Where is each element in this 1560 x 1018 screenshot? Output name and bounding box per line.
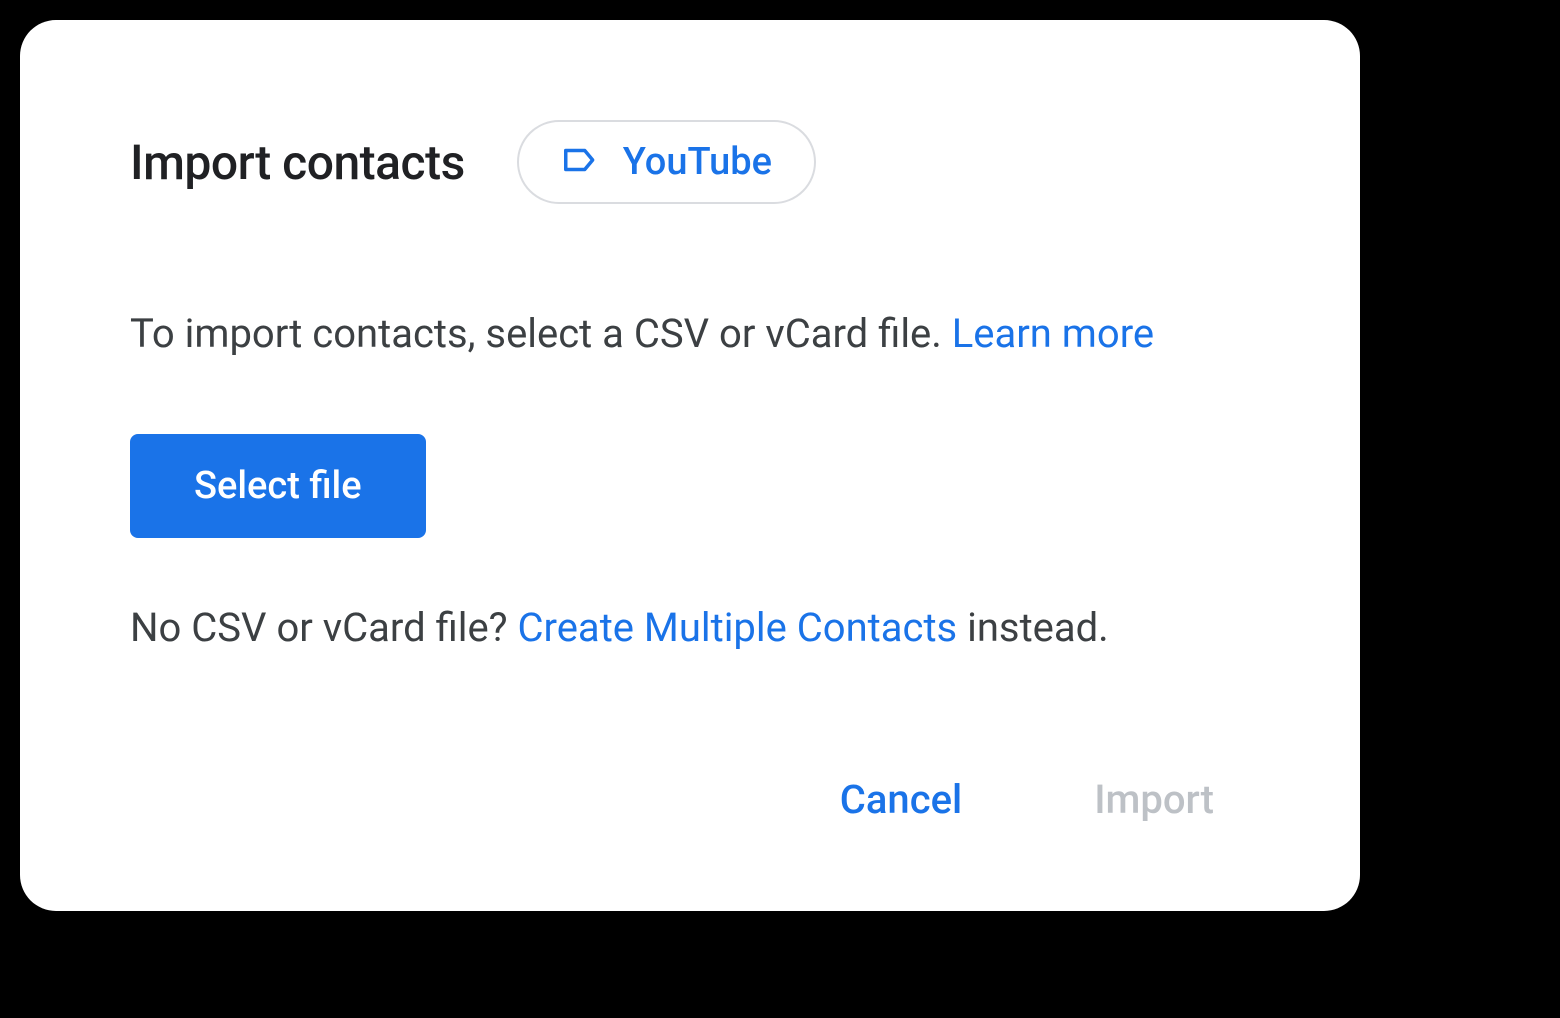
create-multiple-contacts-link[interactable]: Create Multiple Contacts [518,604,958,651]
learn-more-link[interactable]: Learn more [952,310,1154,357]
alt-suffix: instead. [957,604,1109,651]
label-chip-text: YouTube [623,140,772,184]
dialog-title: Import contacts [130,134,465,191]
select-file-button[interactable]: Select file [130,434,426,538]
dialog-header: Import contacts YouTube [130,120,1250,204]
import-button: Import [1078,768,1230,831]
alternative-text: No CSV or vCard file? Create Multiple Co… [130,598,1250,658]
import-contacts-dialog: Import contacts YouTube To import contac… [20,20,1360,911]
instruction-text: To import contacts, select a CSV or vCar… [130,304,1250,364]
label-chip[interactable]: YouTube [517,120,816,204]
label-icon [561,141,599,183]
alt-prefix: No CSV or vCard file? [130,604,518,651]
instruction-prefix: To import contacts, select a CSV or vCar… [130,310,952,357]
cancel-button[interactable]: Cancel [824,768,978,831]
dialog-footer: Cancel Import [130,768,1250,831]
